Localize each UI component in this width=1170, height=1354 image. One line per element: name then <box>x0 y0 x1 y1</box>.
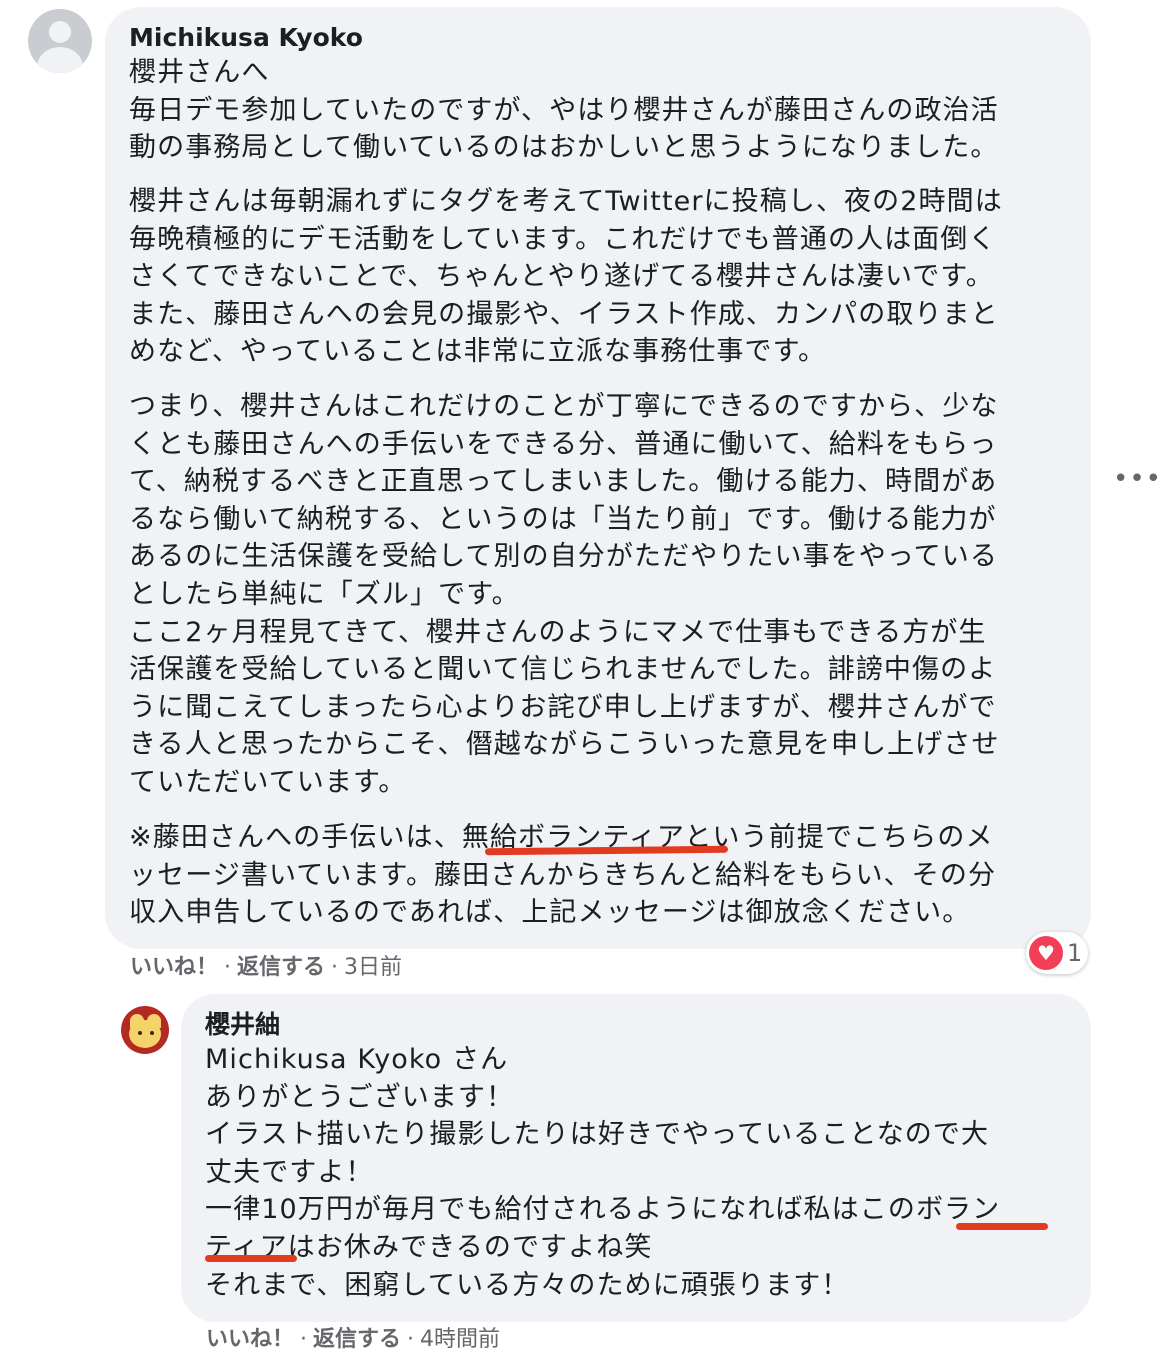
character-face-icon <box>129 1020 161 1048</box>
reply-actions: いいね！ · 返信する · 4時間前 <box>206 1327 501 1352</box>
comment-paragraph-4: ※藤田さんへの手伝いは、無給ボランティアという前提でこちらのメ ッセージ書いてい… <box>129 822 997 929</box>
reply-body: Michikusa Kyoko さん ありがとうございます！ イラスト描いたり撮… <box>205 1044 1001 1301</box>
comment-paragraph-2: 櫻井さんは毎朝漏れずにタグを考えてTwitterに投稿し、夜の2時間は 毎晩積極… <box>129 186 1003 368</box>
commenter-avatar[interactable] <box>28 9 92 73</box>
default-avatar-body-icon <box>37 47 83 73</box>
replier-avatar[interactable] <box>121 1006 169 1054</box>
heart-icon: ♥ <box>1029 936 1063 970</box>
like-button[interactable]: いいね！ <box>206 1327 294 1352</box>
red-underline-annotation <box>956 1223 1048 1230</box>
reply-button[interactable]: 返信する <box>313 1327 401 1352</box>
comment-author[interactable]: Michikusa Kyoko <box>129 23 363 53</box>
more-options-icon[interactable]: ••• <box>1113 464 1161 494</box>
reaction-count: 1 <box>1067 939 1083 967</box>
comment-paragraph-1: 櫻井さんへ 毎日デモ参加していたのですが、やはり櫻井さんが藤田さんの政治活 動の… <box>129 57 999 164</box>
reaction-summary[interactable]: ♥ 1 <box>1026 932 1088 974</box>
like-button[interactable]: いいね！ <box>130 955 218 980</box>
reply-timestamp[interactable]: 4時間前 <box>420 1327 500 1352</box>
reply-bubble: 櫻井紬 Michikusa Kyoko さん ありがとうございます！ イラスト描… <box>181 994 1091 1322</box>
default-avatar-head-icon <box>49 21 71 43</box>
comment-actions: いいね！ · 返信する · 3日前 <box>130 955 403 980</box>
red-underline-annotation <box>205 1255 297 1262</box>
comment-timestamp[interactable]: 3日前 <box>344 955 402 980</box>
reply-author[interactable]: 櫻井紬 <box>205 1010 280 1040</box>
reply-button[interactable]: 返信する <box>237 955 325 980</box>
comment-paragraph-3: つまり、櫻井さんはこれだけのことが丁寧にできるのですから、少な くとも藤田さんへ… <box>129 391 1000 798</box>
comment-bubble: Michikusa Kyoko 櫻井さんへ 毎日デモ参加していたのですが、やはり… <box>105 7 1091 949</box>
